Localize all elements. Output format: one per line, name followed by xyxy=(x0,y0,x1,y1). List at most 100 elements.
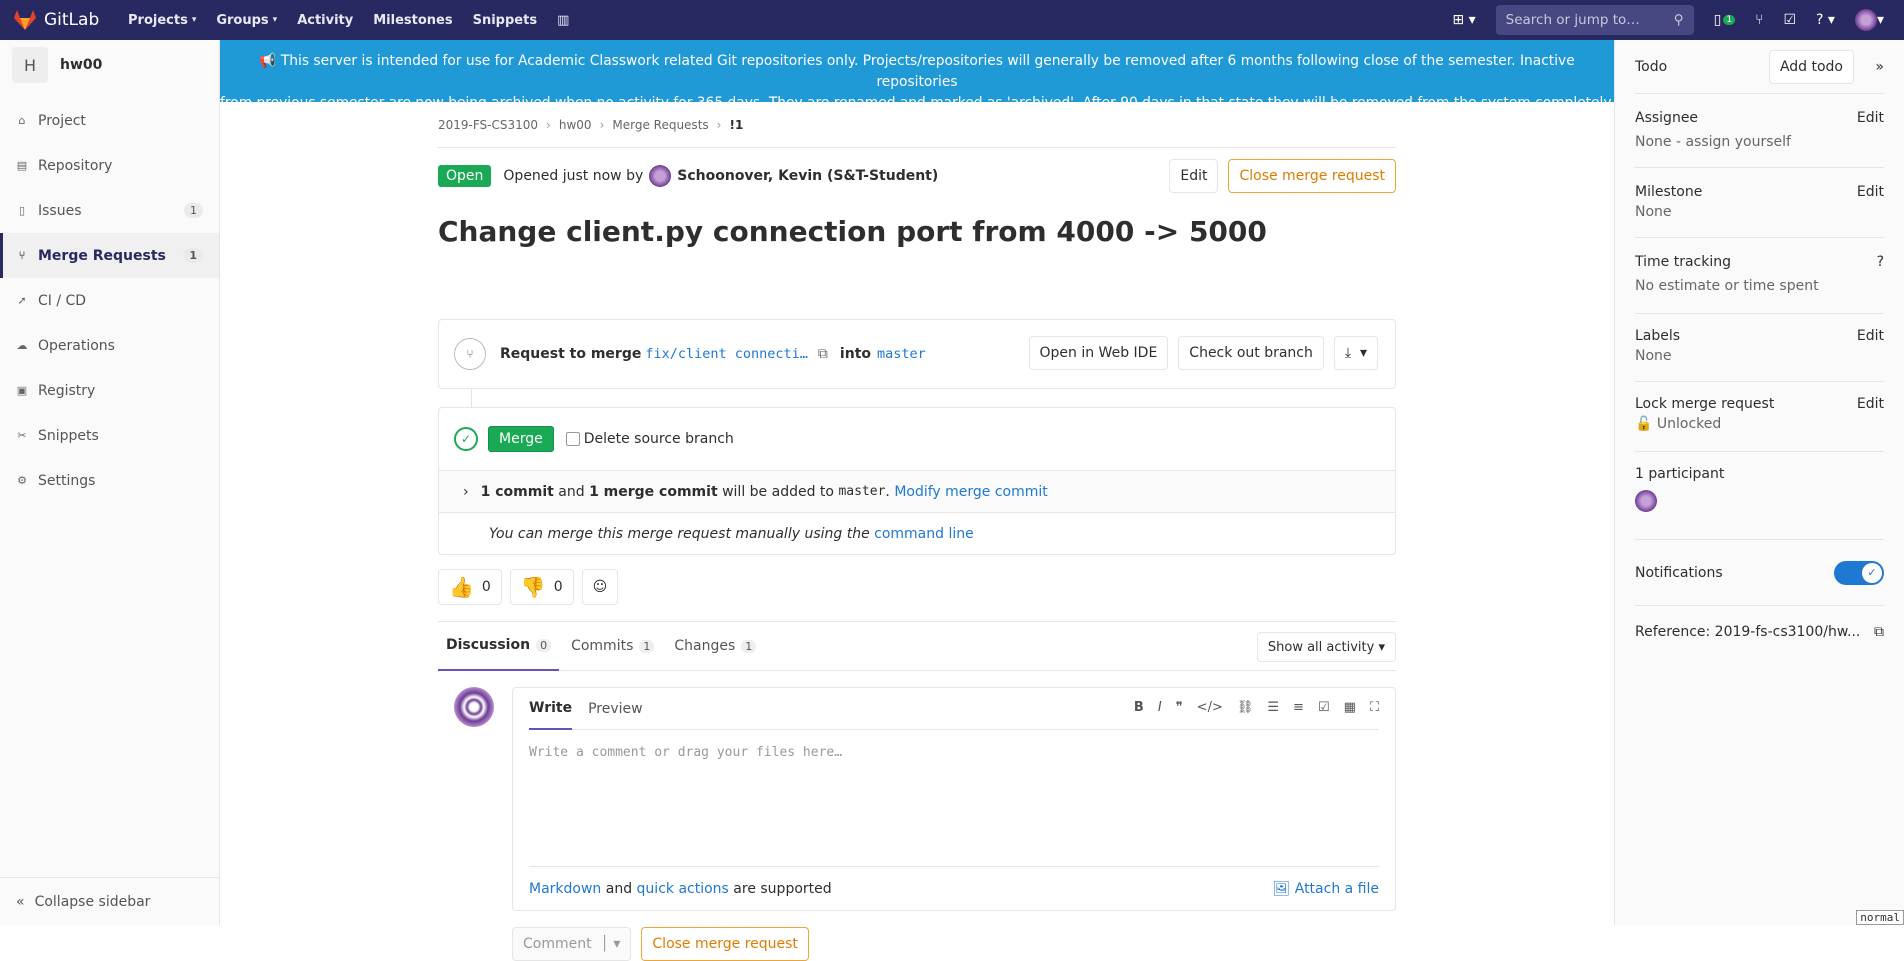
tab-discussion[interactable]: Discussion 0 xyxy=(438,621,560,671)
sidebar-item-snippets[interactable]: ✂ Snippets xyxy=(0,413,219,458)
chevron-right-icon[interactable]: › xyxy=(463,484,469,500)
project-header[interactable]: H hw00 xyxy=(0,40,219,90)
italic-icon[interactable]: I xyxy=(1158,700,1162,715)
notifications-label: Notifications xyxy=(1635,564,1723,581)
sidebar-item-issues[interactable]: ▯ Issues 1 xyxy=(0,188,219,233)
quote-icon[interactable]: ❞ xyxy=(1176,700,1183,715)
help-icon[interactable]: ? ▾ xyxy=(1816,12,1835,28)
sidebar-item-operations[interactable]: ☁ Operations xyxy=(0,323,219,368)
thumbsup-award-button[interactable]: 👍 0 xyxy=(438,569,502,605)
nav-snippets[interactable]: Snippets xyxy=(473,13,537,28)
sidebar-item-cicd[interactable]: ➚ CI / CD xyxy=(0,278,219,323)
image-icon: 🖼 xyxy=(1272,880,1291,897)
fullscreen-icon[interactable]: ⛶ xyxy=(1370,700,1379,715)
help-circle-icon[interactable]: ? xyxy=(1877,254,1884,270)
merge-requests-icon[interactable]: ⑂ xyxy=(1755,12,1763,28)
nav-milestones[interactable]: Milestones xyxy=(373,13,452,28)
chart-icon[interactable]: ▥ xyxy=(557,13,569,28)
sidebar-item-project[interactable]: ⌂ Project xyxy=(0,98,219,143)
author-avatar[interactable] xyxy=(649,165,672,187)
thumbsup-icon: 👍 xyxy=(449,575,474,599)
search-input[interactable]: Search or jump to… ⚲ xyxy=(1495,5,1694,35)
breadcrumb-project[interactable]: hw00 xyxy=(559,118,592,132)
labels-value: None xyxy=(1635,348,1672,364)
task-list-icon[interactable]: ☑ xyxy=(1318,700,1330,715)
thumbsdown-award-button[interactable]: 👎 0 xyxy=(509,569,574,605)
breadcrumb-merge-requests[interactable]: Merge Requests xyxy=(612,118,708,132)
add-todo-button[interactable]: Add todo xyxy=(1768,49,1854,84)
link-icon[interactable]: ⛓ xyxy=(1237,700,1254,715)
chevron-down-icon: ▾ xyxy=(272,15,278,25)
tab-commits[interactable]: Commits 1 xyxy=(563,621,662,671)
comment-form-buttons: Comment │ ▾ Close merge request xyxy=(512,927,1396,961)
labels-edit-link[interactable]: Edit xyxy=(1857,328,1884,344)
participant-avatar[interactable] xyxy=(1635,490,1657,512)
delete-source-branch-label[interactable]: Delete source branch xyxy=(584,431,734,447)
broadcast-banner: 📢 This server is intended for use for Ac… xyxy=(220,40,1614,111)
nav-activity[interactable]: Activity xyxy=(297,13,353,28)
numbered-list-icon[interactable]: ≡ xyxy=(1293,700,1304,715)
collapse-sidebar-button[interactable]: «Collapse sidebar xyxy=(0,877,219,925)
award-emoji-bar: 👍 0 👎 0 ☺ xyxy=(438,569,1396,605)
rocket-icon: ➚ xyxy=(17,294,27,307)
breadcrumb-mr-id[interactable]: !1 xyxy=(729,118,743,132)
tab-write[interactable]: Write xyxy=(529,688,573,730)
user-avatar[interactable]: ▾ xyxy=(1854,9,1884,31)
author-name[interactable]: Schoonover, Kevin (S&T-Student) xyxy=(677,168,938,184)
delete-source-branch-checkbox[interactable] xyxy=(565,432,580,446)
gitlab-logo[interactable]: GitLab xyxy=(14,10,112,30)
edit-button[interactable]: Edit xyxy=(1169,159,1219,193)
avatar[interactable] xyxy=(454,687,494,727)
new-plus-icon[interactable]: ⊞ ▾ xyxy=(1452,12,1475,28)
open-web-ide-button[interactable]: Open in Web IDE xyxy=(1028,336,1169,370)
comment-button[interactable]: Comment │ ▾ xyxy=(512,927,632,961)
notifications-toggle[interactable]: ✓ xyxy=(1834,560,1884,585)
sidebar-item-repository[interactable]: ▤ Repository xyxy=(0,143,219,188)
search-icon: ⚲ xyxy=(1673,12,1684,28)
breadcrumb-group[interactable]: 2019-FS-CS3100 xyxy=(438,118,538,132)
copy-icon[interactable]: ⧉ xyxy=(818,346,828,362)
breadcrumb: 2019-FS-CS3100 › hw00 › Merge Requests › !1 xyxy=(438,102,1396,148)
check-out-branch-button[interactable]: Check out branch xyxy=(1178,336,1324,370)
comment-editor: Write Preview B I ❞ </> ⛓ ☰ ≡ ☑ ▦ ⛶ Writ… xyxy=(512,687,1396,911)
sidebar-item-settings[interactable]: ⚙ Settings xyxy=(0,458,219,503)
check-circle-icon: ✓ xyxy=(454,427,478,451)
notifications-block: Notifications ✓ xyxy=(1635,540,1884,606)
lock-edit-link[interactable]: Edit xyxy=(1857,396,1884,412)
collapse-right-sidebar-icon[interactable]: » xyxy=(1875,59,1884,75)
comment-textarea[interactable]: Write a comment or drag your files here… xyxy=(529,745,1379,760)
command-line-link[interactable]: command line xyxy=(874,526,974,542)
target-branch-link[interactable]: master xyxy=(877,346,926,362)
nav-groups[interactable]: Groups ▾ xyxy=(216,13,277,28)
nav-projects[interactable]: Projects ▾ xyxy=(128,13,196,28)
book-icon: ▤ xyxy=(16,159,28,172)
bullet-list-icon[interactable]: ☰ xyxy=(1267,700,1279,715)
download-dropdown-button[interactable]: ⤓ ▾ xyxy=(1333,336,1378,370)
into-label: into xyxy=(839,346,871,362)
code-icon[interactable]: </> xyxy=(1197,700,1223,715)
tab-changes[interactable]: Changes 1 xyxy=(666,621,764,671)
attach-file-button[interactable]: 🖼 Attach a file xyxy=(1273,881,1380,897)
sidebar-item-registry[interactable]: ▣ Registry xyxy=(0,368,219,413)
merge-button[interactable]: Merge xyxy=(488,426,554,452)
add-reaction-button[interactable]: ☺ xyxy=(581,569,619,605)
lock-label: Lock merge request xyxy=(1635,396,1775,412)
commit-info-row[interactable]: › 1 commit and 1 merge commit will be ad… xyxy=(439,470,1395,512)
close-merge-request-button[interactable]: Close merge request xyxy=(1228,159,1396,193)
milestone-edit-link[interactable]: Edit xyxy=(1857,184,1884,200)
copy-reference-icon[interactable]: ⧉ xyxy=(1874,624,1884,640)
bold-icon[interactable]: B xyxy=(1134,700,1144,715)
table-icon[interactable]: ▦ xyxy=(1344,700,1356,715)
issues-icon[interactable]: ▯ 1 xyxy=(1714,12,1736,28)
assign-yourself-link[interactable]: None - assign yourself xyxy=(1635,134,1884,150)
source-branch-link[interactable]: fix/client connecti… xyxy=(645,346,808,362)
todos-icon[interactable]: ☑ xyxy=(1783,12,1796,28)
modify-merge-commit-link[interactable]: Modify merge commit xyxy=(894,484,1047,500)
close-mr-bottom-button[interactable]: Close merge request xyxy=(641,927,809,961)
quick-actions-link[interactable]: quick actions xyxy=(637,881,729,897)
tab-preview[interactable]: Preview xyxy=(588,688,643,730)
markdown-link[interactable]: Markdown xyxy=(529,881,601,897)
assignee-edit-link[interactable]: Edit xyxy=(1857,110,1884,126)
sidebar-item-merge-requests[interactable]: ⑂ Merge Requests 1 xyxy=(0,233,219,278)
show-all-activity-dropdown[interactable]: Show all activity ▾ xyxy=(1256,632,1396,662)
